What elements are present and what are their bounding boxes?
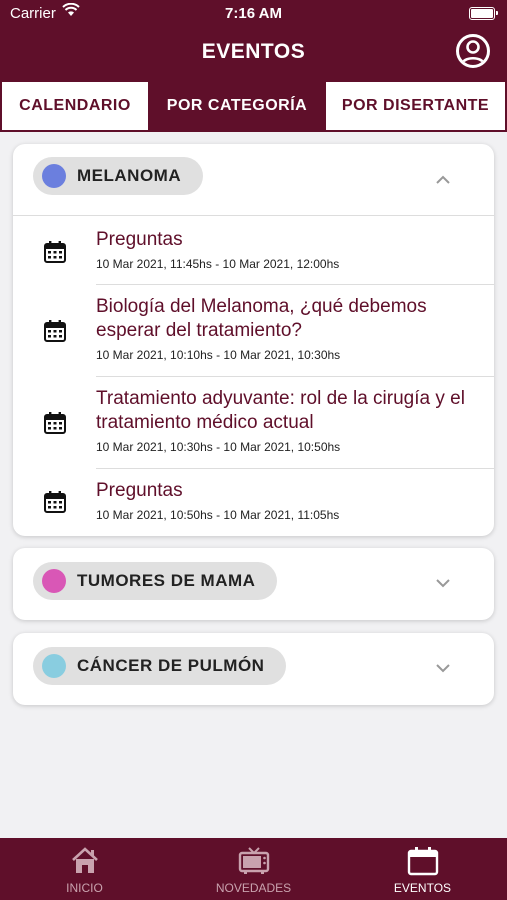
event-item[interactable]: Preguntas 10 Mar 2021, 11:45hs - 10 Mar … (13, 216, 494, 284)
chevron-down-icon[interactable] (435, 575, 451, 591)
event-title: Preguntas (96, 229, 183, 250)
nav-label: INICIO (66, 881, 103, 895)
tab-bar: CALENDARIO POR CATEGORÍA POR DISERTANTE (0, 80, 507, 132)
category-color-dot (42, 654, 66, 678)
category-chip[interactable]: TUMORES DE MAMA (33, 562, 278, 600)
event-title: Preguntas (96, 480, 183, 501)
calendar-icon (44, 320, 66, 342)
category-card-cancer-de-pulmon[interactable]: CÁNCER DE PULMÓN (13, 633, 494, 705)
battery-tip (496, 11, 498, 15)
event-time: 10 Mar 2021, 10:10hs - 10 Mar 2021, 10:3… (96, 348, 341, 362)
status-bar: Carrier 7:16 AM (0, 0, 507, 28)
nav-label: NOVEDADES (215, 881, 292, 895)
category-color-dot (42, 569, 66, 593)
chevron-down-icon[interactable] (435, 660, 451, 676)
tv-icon (238, 847, 270, 874)
calendar-icon (44, 491, 66, 513)
chevron-up-icon[interactable] (435, 172, 451, 188)
event-time: 10 Mar 2021, 11:45hs - 10 Mar 2021, 12:0… (96, 257, 340, 271)
nav-label: EVENTOS (393, 881, 452, 895)
event-title: Tratamiento adyuvante: rol de la cirugía… (96, 388, 465, 433)
category-label: MELANOMA (77, 166, 182, 185)
category-color-dot (42, 164, 66, 188)
event-time: 10 Mar 2021, 10:50hs - 10 Mar 2021, 11:0… (96, 508, 340, 522)
event-item[interactable]: Tratamiento adyuvante: rol de la cirugía… (13, 376, 494, 468)
user-icon (460, 40, 486, 65)
event-item[interactable]: Biología del Melanoma, ¿qué debemos espe… (13, 284, 494, 376)
status-time: 7:16 AM (225, 5, 282, 22)
category-label: TUMORES DE MAMA (77, 571, 256, 590)
home-icon (72, 847, 98, 873)
category-chip[interactable]: CÁNCER DE PULMÓN (33, 647, 287, 685)
calendar-icon (407, 847, 439, 876)
nav-eventos[interactable]: EVENTOS (338, 838, 507, 900)
calendar-icon (44, 412, 66, 434)
calendar-icon (44, 241, 66, 263)
app-header: Carrier 7:16 AM EVENTOS CALENDARIO POR C… (0, 0, 507, 132)
category-label: CÁNCER DE PULMÓN (77, 656, 265, 675)
event-title: Biología del Melanoma, ¿qué debemos espe… (96, 296, 427, 341)
nav-inicio[interactable]: INICIO (0, 838, 169, 900)
profile-button[interactable] (456, 34, 490, 68)
event-item[interactable]: Preguntas 10 Mar 2021, 10:50hs - 10 Mar … (13, 468, 494, 536)
event-time: 10 Mar 2021, 10:30hs - 10 Mar 2021, 10:5… (96, 440, 341, 454)
category-chip[interactable]: MELANOMA (33, 157, 204, 195)
nav-novedades[interactable]: NOVEDADES (169, 838, 338, 900)
category-card-tumores-de-mama[interactable]: TUMORES DE MAMA (13, 548, 494, 620)
tab-calendario[interactable]: CALENDARIO (0, 80, 150, 132)
page-title: EVENTOS (201, 40, 306, 63)
category-card-melanoma: MELANOMA Preguntas 10 Mar 2021, 11:45hs … (13, 144, 494, 536)
tab-por-disertante[interactable]: POR DISERTANTE (324, 80, 507, 132)
bottom-nav: INICIO NOVEDADES EVENTOS (0, 838, 507, 900)
tab-por-categoria[interactable]: POR CATEGORÍA (150, 80, 324, 132)
battery-icon (469, 7, 495, 20)
